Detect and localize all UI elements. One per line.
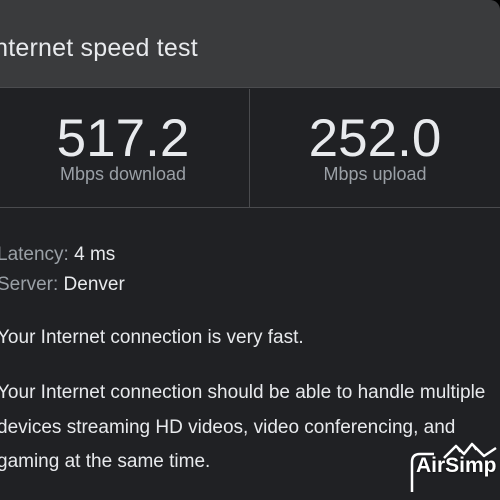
- upload-metric: 252.0 Mbps upload: [249, 89, 500, 207]
- watermark-text: AirSimp: [416, 454, 497, 477]
- upload-speed-label: Mbps upload: [323, 164, 427, 184]
- card-header: Internet speed test: [0, 0, 500, 88]
- latency-row: Latency: 4 ms: [0, 240, 500, 270]
- upload-speed-value: 252.0: [308, 109, 442, 168]
- server-value: Denver: [63, 274, 125, 295]
- download-speed-value: 517.2: [56, 109, 190, 168]
- speed-test-card: Internet speed test 517.2 Mbps download …: [0, 0, 500, 500]
- server-row: Server: Denver: [0, 270, 500, 300]
- latency-value: 4 ms: [74, 244, 116, 265]
- download-speed-label: Mbps download: [59, 164, 187, 184]
- speed-summary: Your Internet connection is very fast.: [0, 327, 304, 348]
- latency-label: Latency:: [0, 244, 75, 265]
- watermark-logo: AirSimp: [404, 440, 500, 500]
- server-label: Server:: [0, 274, 64, 295]
- speed-metrics: 517.2 Mbps download 252.0 Mbps upload: [0, 89, 500, 208]
- connection-details: Latency: 4 ms Server: Denver: [0, 240, 500, 300]
- page-title: Internet speed test: [0, 34, 198, 62]
- download-metric: 517.2 Mbps download: [0, 89, 249, 207]
